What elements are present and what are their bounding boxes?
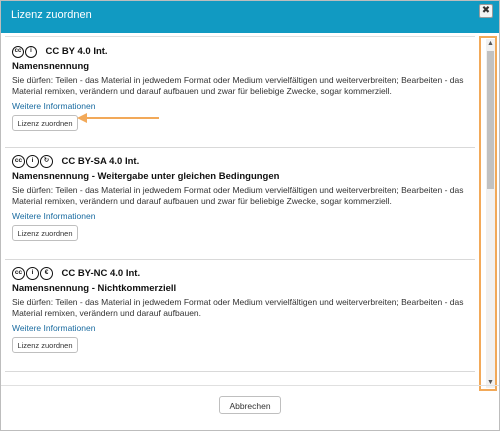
license-list: cc i CC BY 4.0 Int. Namensnennung Sie dür… bbox=[5, 36, 475, 386]
assign-license-button[interactable]: Lizenz zuordnen bbox=[12, 225, 78, 241]
license-item: cc i € CC BY-NC 4.0 Int. Namensnennung - N… bbox=[5, 259, 475, 372]
license-name: Namensnennung - Nichtkommerziell bbox=[12, 283, 177, 294]
license-item: cc i ↻ CC BY-SA 4.0 Int. Namensnennung - W… bbox=[5, 147, 475, 260]
by-icon: i bbox=[26, 155, 39, 169]
close-button[interactable]: ✖ bbox=[479, 4, 493, 18]
license-dialog: Lizenz zuordnen ✖ cc i CC BY 4.0 Int. Nam… bbox=[0, 0, 500, 431]
more-info-link[interactable]: Weitere Informationen bbox=[12, 211, 95, 221]
cc-icon: cc bbox=[12, 267, 25, 281]
cancel-button[interactable]: Abbrechen bbox=[219, 396, 281, 414]
more-info-link[interactable]: Weitere Informationen bbox=[12, 101, 95, 111]
cc-icon: cc bbox=[12, 45, 24, 58]
license-description: Sie dürfen: Teilen - das Material in jed… bbox=[12, 297, 464, 318]
scroll-up-icon[interactable]: ▲ bbox=[486, 39, 495, 49]
more-info-link[interactable]: Weitere Informationen bbox=[12, 323, 95, 333]
license-code: CC BY 4.0 Int. bbox=[45, 46, 108, 58]
assign-license-button[interactable]: Lizenz zuordnen bbox=[12, 115, 78, 131]
license-description: Sie dürfen: Teilen - das Material in jed… bbox=[12, 185, 464, 206]
license-header: cc i € CC BY-NC 4.0 Int. bbox=[12, 265, 141, 281]
license-name: Namensnennung - Weitergabe unter gleiche… bbox=[12, 171, 280, 182]
by-icon: i bbox=[26, 267, 39, 281]
license-description: Sie dürfen: Teilen - das Material in jed… bbox=[12, 75, 464, 96]
dialog-titlebar: Lizenz zuordnen ✖ bbox=[1, 1, 499, 33]
scrollbar-thumb[interactable] bbox=[487, 51, 494, 189]
license-code: CC BY-NC 4.0 Int. bbox=[61, 268, 141, 280]
nc-icon: € bbox=[40, 267, 53, 281]
cc-icon: cc bbox=[12, 155, 25, 169]
by-icon: i bbox=[25, 45, 37, 58]
assign-license-button[interactable]: Lizenz zuordnen bbox=[12, 337, 78, 353]
sa-icon: ↻ bbox=[40, 155, 53, 169]
dialog-footer: Abbrechen bbox=[1, 385, 499, 431]
license-code: CC BY-SA 4.0 Int. bbox=[61, 156, 140, 168]
dialog-title: Lizenz zuordnen bbox=[11, 9, 92, 21]
scrollbar[interactable]: ▲ ▼ bbox=[486, 39, 495, 388]
license-name: Namensnennung bbox=[12, 61, 90, 72]
license-header: cc i ↻ CC BY-SA 4.0 Int. bbox=[12, 153, 140, 169]
license-header: cc i CC BY 4.0 Int. bbox=[12, 43, 108, 58]
license-item: cc i CC BY 4.0 Int. Namensnennung Sie dür… bbox=[5, 37, 475, 148]
highlight-arrow-icon bbox=[77, 113, 159, 123]
